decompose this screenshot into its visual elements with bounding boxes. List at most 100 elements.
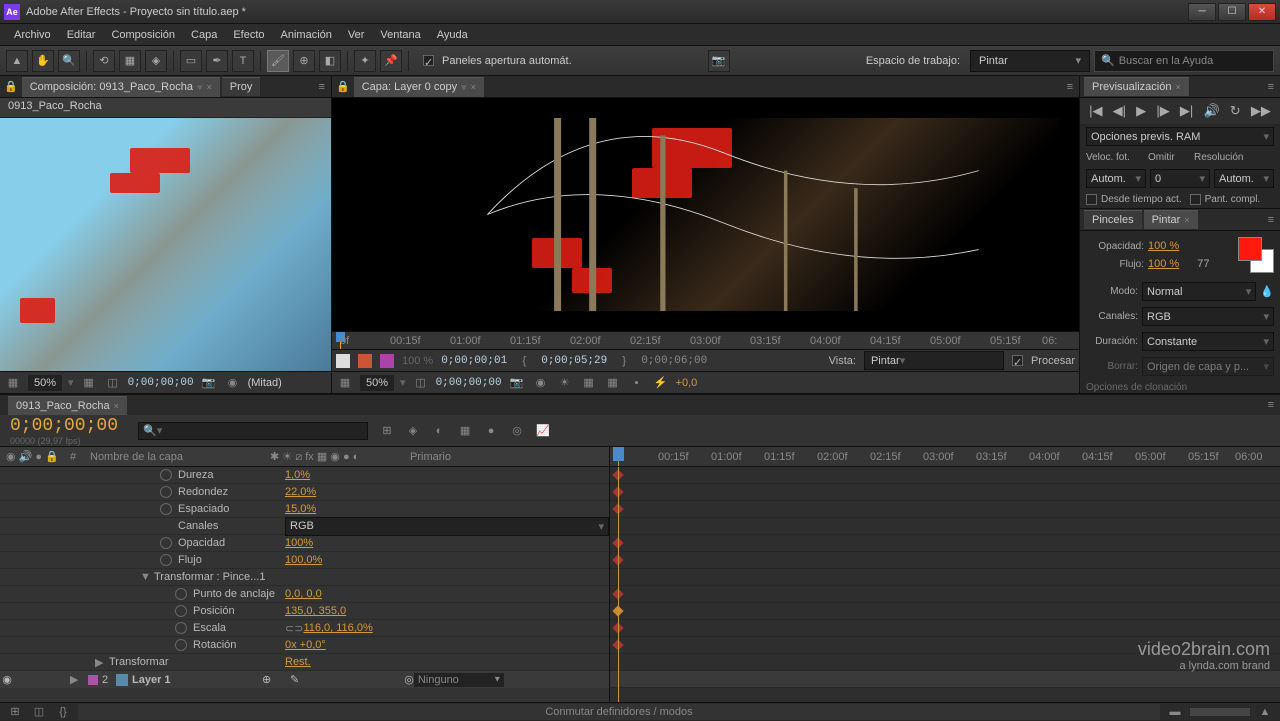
lock-icon[interactable]: 🔒: [4, 80, 18, 93]
resolution-label[interactable]: (Mitad): [248, 377, 282, 389]
property-value[interactable]: 1,0%: [285, 469, 310, 481]
zoom-in-icon[interactable]: ▲: [1256, 703, 1274, 721]
brain-icon[interactable]: ◎: [508, 422, 526, 440]
transform-group-row[interactable]: ▼ Transformar : Pince...1: [0, 569, 609, 586]
eyedropper-icon[interactable]: 💧: [1260, 285, 1274, 298]
menu-archivo[interactable]: Archivo: [6, 26, 59, 44]
opacity-value[interactable]: 100 %: [1148, 240, 1179, 252]
stopwatch-icon[interactable]: [175, 605, 187, 617]
panel-menu-icon[interactable]: ≡: [1067, 81, 1073, 93]
panel-menu-icon[interactable]: ≡: [1268, 399, 1274, 411]
guides-icon[interactable]: ▦: [604, 374, 622, 392]
layer-transform-row[interactable]: ▶ Transformar Rest.: [0, 654, 609, 671]
channels-select[interactable]: RGB: [1142, 307, 1274, 326]
property-row[interactable]: Posición135,0, 355,0: [0, 603, 609, 620]
link-icon[interactable]: ⊂⊃: [285, 622, 303, 635]
region-icon[interactable]: ◫: [412, 374, 430, 392]
zoom-slider[interactable]: [1190, 708, 1250, 716]
stopwatch-icon[interactable]: [160, 486, 172, 498]
property-row[interactable]: Dureza1,0%: [0, 467, 609, 484]
pen-icon[interactable]: ✎: [290, 673, 299, 686]
close-tab-icon[interactable]: ×: [114, 401, 119, 411]
flow-value[interactable]: 100 %: [1148, 258, 1179, 270]
ram-preview-button[interactable]: ▶▶: [1251, 103, 1271, 119]
draft-3d-icon[interactable]: ◈: [404, 422, 422, 440]
shape-tool[interactable]: ▭: [180, 50, 202, 72]
menu-capa[interactable]: Capa: [183, 26, 225, 44]
stopwatch-icon[interactable]: [160, 537, 172, 549]
render-checkbox[interactable]: ✓: [1012, 355, 1023, 366]
property-value[interactable]: 116,0, 116,0%: [303, 622, 372, 634]
menu-efecto[interactable]: Efecto: [225, 26, 272, 44]
layer-row[interactable]: ◉ ▶ 2 Layer 1 ⊕ ✎ ◎ Ninguno: [0, 671, 609, 688]
motion-blur-icon[interactable]: ●: [482, 422, 500, 440]
next-frame-button[interactable]: |▶: [1156, 103, 1169, 119]
parent-select[interactable]: Ninguno: [414, 673, 504, 687]
property-value[interactable]: 22,0%: [285, 486, 316, 498]
play-button[interactable]: ▶: [1136, 103, 1146, 119]
resolution-icon[interactable]: ▦: [80, 374, 98, 392]
fast-preview-icon[interactable]: ⚡: [652, 374, 670, 392]
first-frame-button[interactable]: |◀: [1089, 103, 1102, 119]
vista-select[interactable]: Pintar: [864, 351, 1004, 370]
snapshot-icon[interactable]: 📷: [200, 374, 218, 392]
time-out[interactable]: 0;00;05;29: [541, 355, 607, 367]
brackets-icon[interactable]: {}: [54, 703, 72, 721]
property-row[interactable]: Escala⊂⊃ 116,0, 116,0%: [0, 620, 609, 637]
playhead-line[interactable]: [618, 467, 619, 702]
channel-icon[interactable]: ◉: [224, 374, 242, 392]
layer-viewport[interactable]: [332, 98, 1079, 331]
property-dropdown[interactable]: RGB: [285, 517, 609, 536]
skip-select[interactable]: 0: [1150, 169, 1210, 188]
property-row[interactable]: Espaciado15,0%: [0, 501, 609, 518]
composition-viewport[interactable]: [0, 118, 331, 371]
panel-menu-icon[interactable]: ≡: [1268, 214, 1274, 226]
property-row[interactable]: Punto de anclaje0,0, 0,0: [0, 586, 609, 603]
property-row[interactable]: Rotación0x +0,0°: [0, 637, 609, 654]
toggle-switches-button[interactable]: Conmutar definidores / modos: [78, 704, 1160, 720]
region-icon[interactable]: ◫: [104, 374, 122, 392]
hide-shy-icon[interactable]: ◐: [430, 422, 448, 440]
composition-tab[interactable]: Composición: 0913_Paco_Rocha ▾ ×: [22, 77, 220, 97]
eraser-tool[interactable]: ◧: [319, 50, 341, 72]
property-value[interactable]: 15,0%: [285, 503, 316, 515]
menu-composicion[interactable]: Composición: [103, 26, 183, 44]
framerate-select[interactable]: Autom.: [1086, 169, 1146, 188]
prev-frame-button[interactable]: ◀|: [1113, 103, 1126, 119]
grid-icon2[interactable]: ▦: [580, 374, 598, 392]
toggle-modes-icon[interactable]: ◫: [30, 703, 48, 721]
zoom-display[interactable]: 50%: [28, 375, 62, 391]
selection-tool[interactable]: ▲: [6, 50, 28, 72]
puppet-tool[interactable]: 📌: [380, 50, 402, 72]
last-frame-button[interactable]: ▶|: [1180, 103, 1193, 119]
rotation-tool[interactable]: ⟲: [93, 50, 115, 72]
stopwatch-icon[interactable]: [160, 469, 172, 481]
workspace-select[interactable]: Pintar: [970, 50, 1090, 72]
layer-time-ruler[interactable]: 0f 00:15f 01:00f 01:15f 02:00f 02:15f 03…: [332, 331, 1079, 349]
disclosure-icon[interactable]: ▼: [140, 571, 150, 583]
disclosure-icon[interactable]: ▶: [95, 656, 105, 669]
zoom-tool[interactable]: 🔍: [58, 50, 80, 72]
auto-open-checkbox[interactable]: ✓: [423, 55, 434, 66]
stopwatch-icon[interactable]: [160, 503, 172, 515]
close-tab-icon[interactable]: ×: [1175, 82, 1180, 92]
comp-mini-flowchart-icon[interactable]: ⊞: [378, 422, 396, 440]
resolution-select[interactable]: Autom.: [1214, 169, 1274, 188]
panel-menu-icon[interactable]: ≡: [319, 81, 325, 93]
help-search[interactable]: 🔍 Buscar en la Ayuda: [1094, 50, 1274, 72]
property-value[interactable]: 135,0, 355,0: [285, 605, 346, 617]
menu-ayuda[interactable]: Ayuda: [429, 26, 476, 44]
visibility-icon[interactable]: ◉: [0, 673, 14, 686]
toggle-switches-icon[interactable]: ⊞: [6, 703, 24, 721]
pan-behind-tool[interactable]: ◈: [145, 50, 167, 72]
mode-select[interactable]: Normal: [1142, 282, 1256, 301]
property-row[interactable]: Redondez22,0%: [0, 484, 609, 501]
snapshot-icon[interactable]: 📷: [508, 374, 526, 392]
property-row[interactable]: Opacidad100%: [0, 535, 609, 552]
menu-editar[interactable]: Editar: [59, 26, 104, 44]
time-in[interactable]: 0;00;00;01: [441, 355, 507, 367]
pixel-icon[interactable]: ▪: [628, 374, 646, 392]
grid-icon[interactable]: ▦: [336, 374, 354, 392]
paint-tab[interactable]: Pintar ×: [1144, 210, 1198, 229]
lock-icon[interactable]: 🔒: [336, 80, 350, 93]
